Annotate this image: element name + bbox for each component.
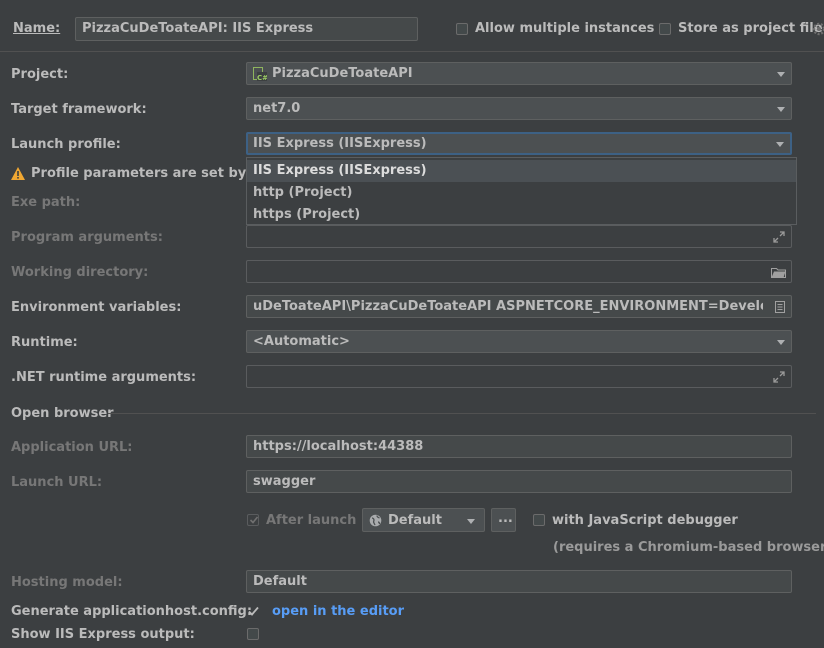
framework-label: Target framework: — [11, 102, 147, 117]
gear-icon[interactable] — [812, 22, 824, 36]
hosting-value: Default — [253, 574, 307, 589]
app-url-input[interactable]: https://localhost:44388 — [246, 435, 792, 458]
after-launch-label: After launch — [266, 513, 357, 528]
exe-path-label: Exe path: — [11, 195, 81, 210]
framework-combo[interactable]: net7.0 — [246, 97, 792, 120]
header-separator — [0, 51, 824, 52]
chevron-down-icon — [777, 340, 785, 345]
project-combo[interactable]: C# PizzaCuDeToateAPI — [246, 62, 792, 85]
csharp-project-icon: C# — [253, 67, 267, 81]
env-vars-input[interactable]: uDeToateAPI\PizzaCuDeToateAPI ASPNETCORE… — [246, 295, 792, 318]
warning-icon — [11, 167, 25, 180]
open-editor-link[interactable]: open in the editor — [272, 604, 404, 620]
launch-profile-value: IIS Express (IISExpress) — [253, 136, 427, 151]
working-dir-label: Working directory: — [11, 265, 149, 280]
store-project-label: Store as project file — [678, 21, 823, 36]
open-browser-heading: Open browser — [11, 406, 114, 421]
framework-value: net7.0 — [253, 101, 301, 116]
profile-warning-text: Profile parameters are set by Pro — [31, 166, 276, 181]
launch-url-input[interactable]: swagger — [246, 470, 792, 493]
launch-profile-dropdown: IIS Express (IISExpress) http (Project) … — [246, 157, 797, 225]
project-label: Project: — [11, 67, 69, 82]
browser-value: Default — [388, 513, 442, 528]
browser-combo[interactable]: Default — [362, 508, 485, 532]
program-args-input[interactable] — [246, 225, 792, 248]
store-project-checkbox[interactable] — [659, 23, 671, 35]
folder-icon[interactable] — [771, 266, 786, 278]
launch-url-label: Launch URL: — [11, 475, 103, 490]
chromium-note: (requires a Chromium-based browser) — [553, 540, 824, 555]
browser-more-button[interactable]: ... — [491, 508, 516, 532]
app-url-value: https://localhost:44388 — [253, 439, 424, 454]
after-launch-checkbox[interactable] — [247, 514, 259, 526]
dropdown-option[interactable]: https (Project) — [247, 204, 796, 226]
name-label: Name: — [13, 21, 61, 36]
runtime-combo[interactable]: <Automatic> — [246, 330, 792, 353]
show-output-label: Show IIS Express output: — [11, 627, 195, 642]
document-icon[interactable] — [775, 301, 785, 313]
ellipsis-text: ... — [498, 511, 513, 526]
env-vars-value: uDeToateAPI\PizzaCuDeToateAPI ASPNETCORE… — [253, 299, 763, 314]
globe-icon — [369, 514, 382, 527]
project-value: PizzaCuDeToateAPI — [272, 66, 413, 81]
launch-profile-combo[interactable]: IIS Express (IISExpress) — [246, 132, 792, 155]
show-output-checkbox[interactable] — [247, 628, 259, 640]
chevron-down-icon — [467, 519, 475, 524]
allow-multiple-label: Allow multiple instances — [475, 21, 655, 36]
expand-icon[interactable] — [773, 231, 785, 243]
svg-text:C#: C# — [257, 74, 267, 81]
launch-profile-label: Launch profile: — [11, 137, 121, 152]
open-browser-separator — [108, 413, 816, 414]
app-url-label: Application URL: — [11, 440, 133, 455]
hosting-label: Hosting model: — [11, 575, 123, 590]
allow-multiple-checkbox[interactable] — [456, 23, 468, 35]
dotnet-args-label: .NET runtime arguments: — [11, 370, 197, 385]
check-icon — [248, 606, 259, 616]
name-value: PizzaCuDeToateAPI: IIS Express — [82, 21, 314, 36]
check-icon — [249, 516, 259, 524]
name-input[interactable]: PizzaCuDeToateAPI: IIS Express — [75, 17, 418, 41]
js-debugger-label: with JavaScript debugger — [552, 513, 738, 528]
js-debugger-checkbox[interactable] — [533, 514, 545, 526]
env-vars-label: Environment variables: — [11, 300, 182, 315]
gen-config-label: Generate applicationhost.config: — [11, 604, 253, 619]
chevron-down-icon — [777, 72, 785, 77]
program-args-label: Program arguments: — [11, 230, 163, 245]
runtime-value: <Automatic> — [253, 334, 350, 349]
dotnet-args-input[interactable] — [246, 365, 792, 388]
hosting-input[interactable]: Default — [246, 570, 792, 593]
chevron-down-icon — [777, 107, 785, 112]
runtime-label: Runtime: — [11, 335, 78, 350]
working-dir-input[interactable] — [246, 260, 792, 283]
launch-url-value: swagger — [253, 474, 316, 489]
dropdown-option[interactable]: http (Project) — [247, 182, 796, 204]
dropdown-option[interactable]: IIS Express (IISExpress) — [247, 160, 796, 182]
chevron-down-icon — [776, 142, 784, 147]
expand-icon[interactable] — [773, 371, 785, 383]
gen-config-checkbox[interactable] — [247, 605, 260, 618]
